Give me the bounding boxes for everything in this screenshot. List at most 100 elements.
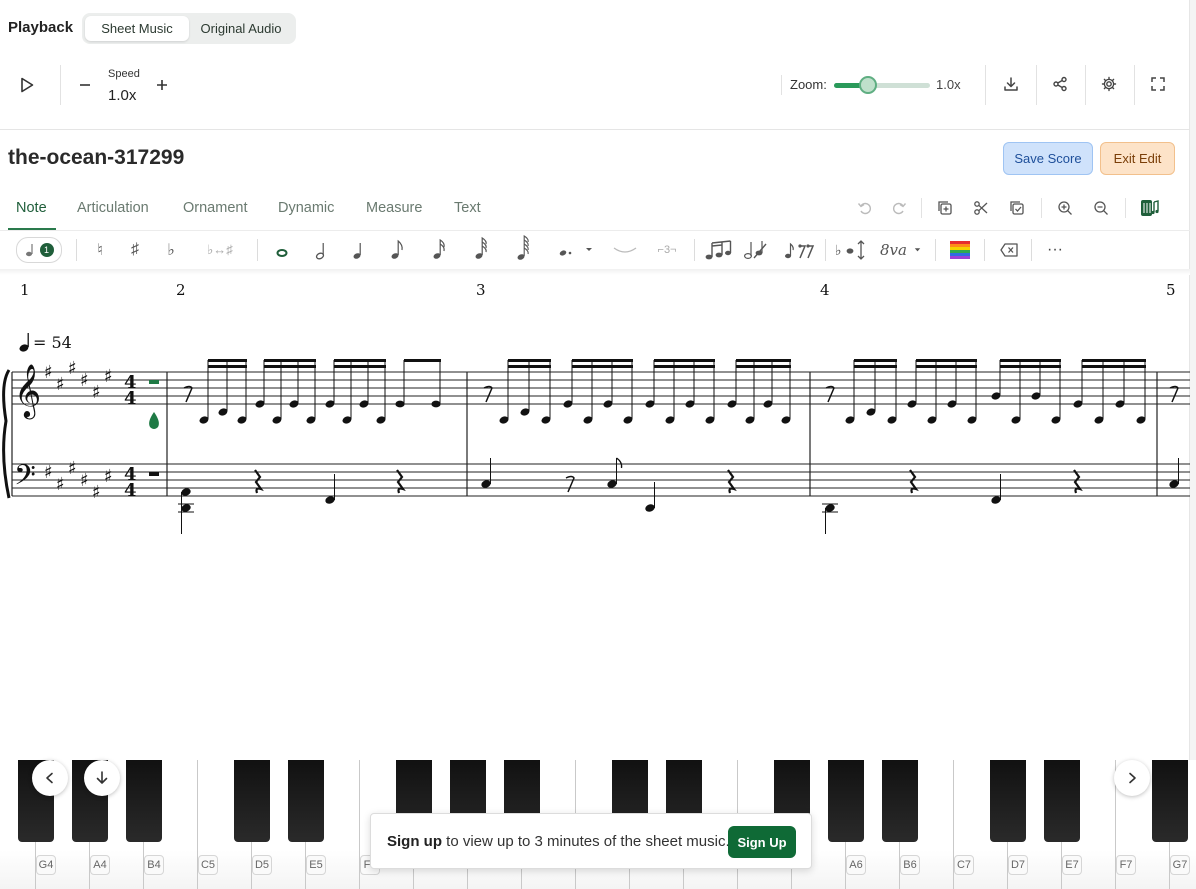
piano-view-button[interactable] <box>1137 195 1163 221</box>
fullscreen-button[interactable] <box>1145 71 1171 97</box>
enharmonic-button[interactable]: ♭↔♯ <box>199 235 241 265</box>
color-palette-icon <box>950 241 970 259</box>
sign-up-button[interactable]: Sign Up <box>728 826 796 858</box>
black-key[interactable] <box>1152 760 1188 842</box>
octave-label: 8va <box>880 241 907 259</box>
natural-button[interactable]: ♮ <box>88 235 112 265</box>
black-key[interactable] <box>882 760 918 842</box>
dotted-note-icon <box>559 248 592 256</box>
dot-dropdown-button[interactable] <box>555 235 595 265</box>
divider <box>984 239 985 261</box>
piano-key-label: D7 <box>1008 855 1028 875</box>
pitch-shift-button[interactable]: ♭ <box>834 235 868 265</box>
zoom-label: Zoom: <box>790 77 827 92</box>
zoom-slider-thumb[interactable] <box>858 76 877 94</box>
beam <box>572 365 633 368</box>
tab-text[interactable]: Text <box>454 200 481 216</box>
beam <box>916 365 977 368</box>
gear-icon <box>1101 76 1117 92</box>
zoom-out-icon <box>1094 201 1108 215</box>
quarter-rest <box>909 469 919 494</box>
tie-button[interactable] <box>610 235 640 265</box>
more-options-button[interactable]: ··· <box>1042 235 1068 265</box>
vertical-scrollbar[interactable] <box>1189 0 1196 889</box>
note-duration-buttons[interactable] <box>268 235 548 267</box>
cut-button[interactable] <box>969 196 993 220</box>
scissors-icon <box>974 201 988 215</box>
speed-value: 1.0x <box>108 87 137 104</box>
tab-note[interactable]: Note <box>16 200 47 216</box>
zoom-in-button[interactable] <box>1053 196 1077 220</box>
voice-number-badge: 1 <box>39 243 54 257</box>
delete-button[interactable] <box>996 235 1022 265</box>
black-key[interactable] <box>990 760 1026 842</box>
piano-key-label: F7 <box>1116 855 1136 875</box>
sharp-button[interactable]: ♯ <box>123 235 147 265</box>
eighth-rest <box>825 385 835 403</box>
sheet-music-tab[interactable]: Sheet Music <box>85 16 189 41</box>
flat-button[interactable]: ♭ <box>159 235 183 265</box>
download-button[interactable] <box>998 71 1024 97</box>
beam <box>264 365 316 368</box>
black-key[interactable] <box>234 760 270 842</box>
piano-key-label: C7 <box>954 855 974 875</box>
share-button[interactable] <box>1047 71 1073 97</box>
note-head <box>431 400 441 408</box>
tuplet-button[interactable]: ⌐3¬ <box>651 235 683 265</box>
speed-increase-button[interactable] <box>150 72 174 98</box>
zoom-in-icon <box>1058 201 1072 215</box>
note-toolbar: 1 ♮ ♯ ♭ ♭↔♯ ⌐3¬ ♭ 8va ··· <box>0 231 1190 269</box>
tuplet-icon: ⌐3¬ <box>657 244 677 256</box>
rests-button[interactable] <box>782 235 818 265</box>
sixtyfourth-note-icon <box>517 235 529 260</box>
black-key[interactable] <box>288 760 324 842</box>
save-score-button[interactable]: Save Score <box>1003 142 1093 175</box>
key-sharp: ♯ <box>68 358 77 379</box>
scroll-down-button[interactable] <box>84 760 120 796</box>
black-key[interactable] <box>126 760 162 842</box>
speed-decrease-button[interactable] <box>73 72 97 98</box>
signup-message-rest: to view up to 3 minutes of the sheet mus… <box>442 833 730 850</box>
insert-measure-button[interactable] <box>933 196 957 220</box>
divider <box>985 65 986 105</box>
copy-check-icon <box>1010 201 1024 215</box>
zoom-slider[interactable] <box>834 83 930 88</box>
black-key[interactable] <box>828 760 864 842</box>
color-picker-button[interactable] <box>947 235 973 265</box>
beam <box>1082 365 1146 368</box>
grace-notes-button[interactable] <box>702 235 734 265</box>
thirtysecond-note-icon <box>475 236 487 259</box>
beam <box>736 365 791 368</box>
undo-icon <box>857 202 871 215</box>
voice-selector[interactable]: 1 <box>16 237 62 263</box>
paste-button[interactable] <box>1005 196 1029 220</box>
zoom-out-button[interactable] <box>1089 196 1113 220</box>
natural-icon: ♮ <box>97 242 103 259</box>
more-icon: ··· <box>1047 241 1063 258</box>
divider <box>1036 65 1037 105</box>
slash-note-button[interactable] <box>740 235 770 265</box>
tab-dynamic[interactable]: Dynamic <box>278 200 334 216</box>
score-canvas[interactable]: 1 2 3 4 5 = 54 𝄞 𝄢 ♯ ♯ ♯ ♯ ♯ ♯ ♯ ♯ ♯ ♯ ♯ ♯ 4 4 4 4 <box>0 276 1190 756</box>
settings-button[interactable] <box>1096 71 1122 97</box>
key-sharp: ♯ <box>104 366 113 387</box>
scroll-left-button[interactable] <box>32 760 68 796</box>
quarter-rest <box>396 469 406 494</box>
piano-key-label: B4 <box>144 855 164 875</box>
key-sharp: ♯ <box>56 474 65 495</box>
scroll-right-button[interactable] <box>1114 760 1150 796</box>
octave-dropdown-button[interactable]: 8va <box>880 235 922 265</box>
tab-articulation[interactable]: Articulation <box>77 200 149 216</box>
redo-button[interactable] <box>887 196 911 220</box>
original-audio-tab[interactable]: Original Audio <box>189 16 293 41</box>
exit-edit-button[interactable]: Exit Edit <box>1100 142 1175 175</box>
tab-ornament[interactable]: Ornament <box>183 200 247 216</box>
play-button[interactable] <box>12 70 42 100</box>
black-key[interactable] <box>1044 760 1080 842</box>
piano-key-label: E7 <box>1062 855 1082 875</box>
quarter-note-icon <box>353 243 361 259</box>
divider <box>825 239 826 261</box>
tab-measure[interactable]: Measure <box>366 200 422 216</box>
divider <box>1134 65 1135 105</box>
undo-button[interactable] <box>853 196 877 220</box>
